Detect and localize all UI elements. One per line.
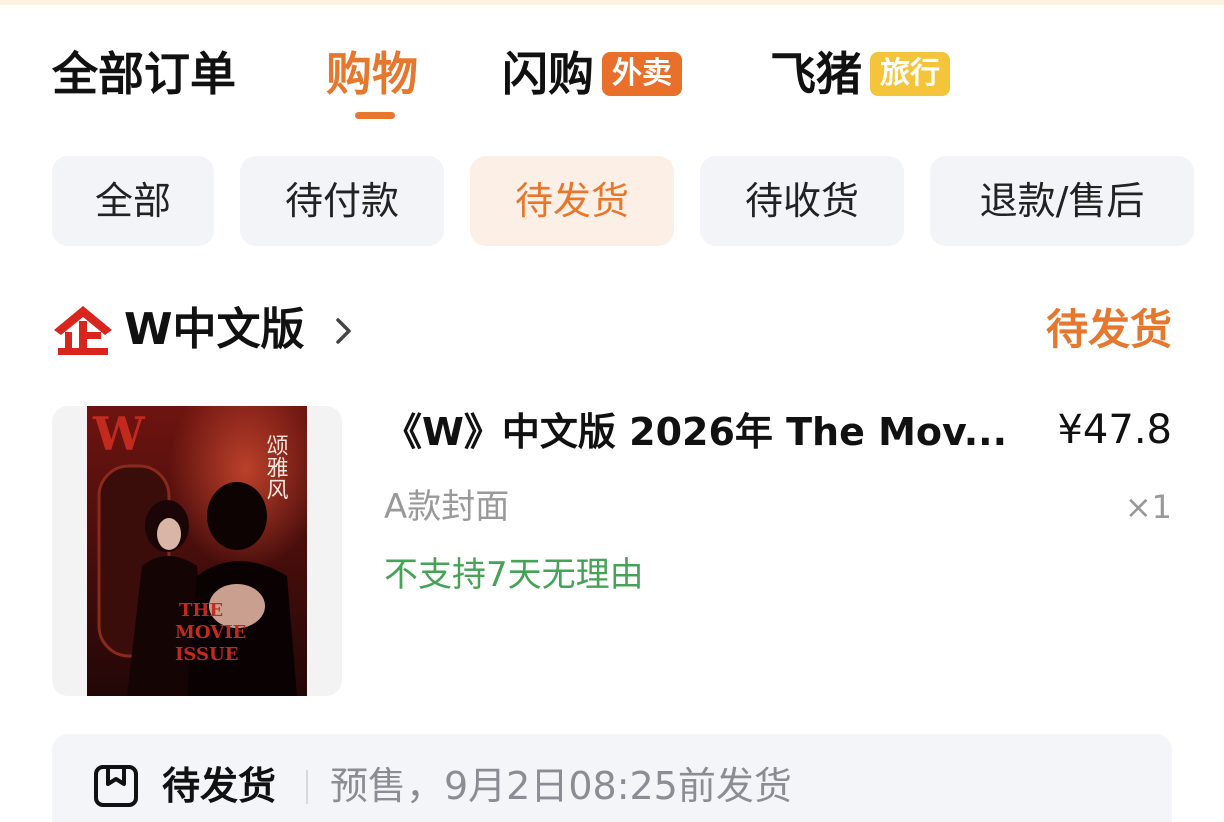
shipping-status-label: 待发货 [162, 764, 277, 808]
order-list-page: 全部订单 购物 闪购 外卖 飞猪 旅行 全部 待付款 待发货 待收货 退款/售后 W… [0, 0, 1224, 822]
shop-header[interactable]: W中文版 待发货 [52, 298, 1172, 362]
filter-refund-after-sales[interactable]: 退款/售后 [930, 156, 1194, 246]
product-variant: A款封面 [384, 487, 510, 527]
product-quantity: ×1 [1124, 488, 1172, 526]
product-price: ¥47.8 [1057, 407, 1172, 453]
filter-pending-receipt[interactable]: 待收货 [700, 156, 904, 246]
package-box-icon [94, 765, 138, 807]
divider [306, 770, 308, 804]
chevron-right-icon [336, 318, 351, 344]
cover-headline-1: THE [179, 600, 223, 621]
main-tabs: 全部订单 购物 闪购 外卖 飞猪 旅行 [0, 0, 1224, 130]
cover-headline-2: MOVIE [175, 622, 246, 643]
status-filter-tabs: 全部 待付款 待发货 待收货 退款/售后 [0, 156, 1224, 248]
product-thumbnail[interactable]: W 颂雅风 THE MOVIE ISSUE [52, 406, 342, 696]
tab-flash-buy[interactable]: 闪购 外卖 [502, 44, 682, 104]
travel-badge: 旅行 [870, 51, 950, 96]
cover-vertical-title: 颂雅风 [263, 434, 289, 500]
filter-all[interactable]: 全部 [52, 156, 214, 246]
tab-flash-buy-label: 闪购 [502, 47, 594, 101]
cover-masthead: W [92, 407, 146, 461]
tab-all-orders-label: 全部订单 [52, 47, 236, 101]
shop-name: W中文版 [124, 304, 305, 355]
product-title[interactable]: 《W》中文版 2026年 The Mov... [384, 404, 1014, 460]
takeout-badge: 外卖 [602, 51, 682, 96]
order-status: 待发货 [1045, 305, 1172, 354]
shipping-status-banner[interactable]: 待发货 预售，9月2日08:25前发货 [52, 734, 1172, 822]
return-policy-note: 不支持7天无理由 [384, 555, 644, 595]
tab-shopping[interactable]: 购物 [326, 44, 418, 104]
active-tab-indicator [355, 112, 395, 119]
enterprise-shop-icon [54, 306, 112, 355]
tab-shopping-label: 购物 [326, 47, 418, 101]
magazine-cover-image: W 颂雅风 THE MOVIE ISSUE [87, 406, 307, 696]
filter-pending-shipment[interactable]: 待发货 [470, 156, 674, 246]
tab-all-orders[interactable]: 全部订单 [52, 44, 236, 104]
tab-fliggy-label: 飞猪 [770, 47, 862, 101]
shipping-eta-note: 预售，9月2日08:25前发货 [330, 764, 792, 808]
tab-fliggy[interactable]: 飞猪 旅行 [770, 44, 950, 104]
cover-headline-3: ISSUE [175, 644, 238, 665]
filter-pending-payment[interactable]: 待付款 [240, 156, 444, 246]
